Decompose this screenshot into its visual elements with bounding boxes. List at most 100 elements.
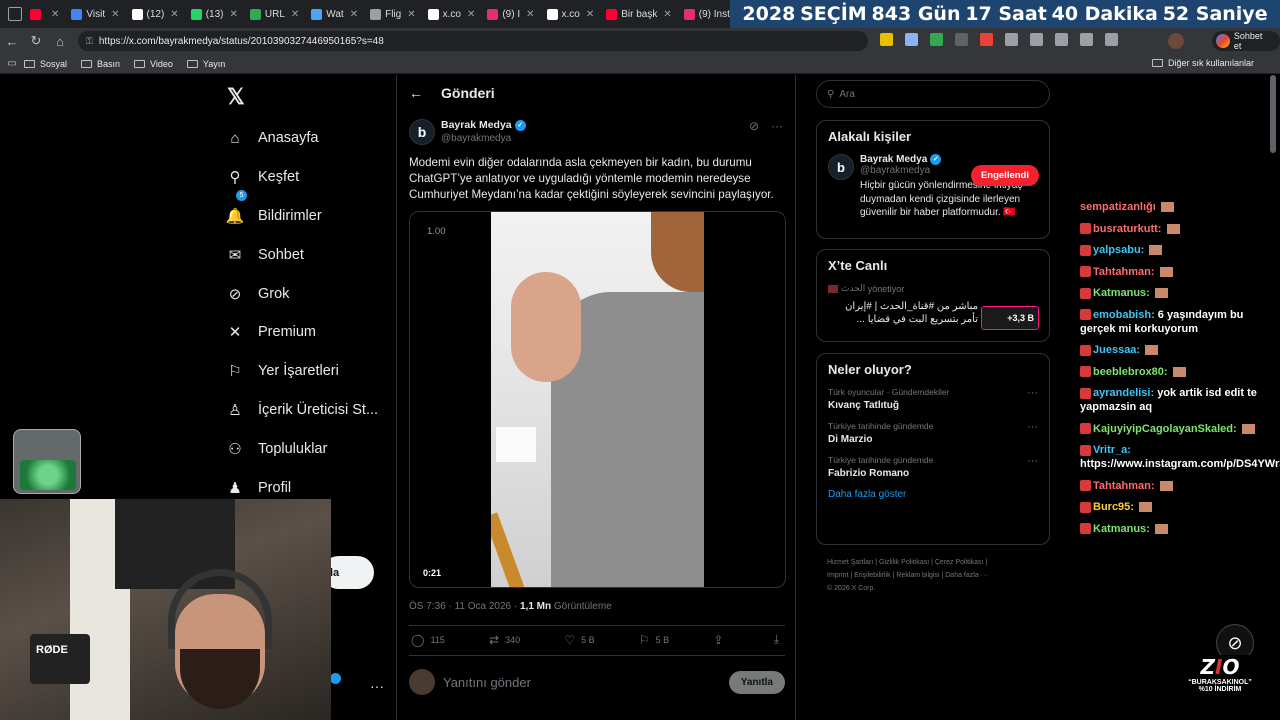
scrollbar[interactable] — [1270, 75, 1276, 153]
reply-input[interactable]: Yanıtını gönder — [443, 675, 729, 690]
browser-tab[interactable]: x.co ✕ — [543, 3, 599, 25]
post-author[interactable]: b Bayrak Medya ✓ @bayrakmedya — [409, 119, 526, 145]
repost-button[interactable]: ⇄ 340 — [489, 632, 520, 647]
grok-explain-icon[interactable]: ⊘ — [749, 119, 759, 133]
nav-item-mail[interactable]: ✉ Sohbet — [222, 235, 378, 274]
extension-icon[interactable] — [955, 33, 968, 46]
window-menu-icon[interactable] — [8, 7, 22, 21]
reply-submit-button[interactable]: Yanıtla — [728, 670, 785, 694]
browser-tab[interactable]: URL ✕ — [246, 3, 303, 25]
downloads-icon[interactable] — [1105, 33, 1118, 46]
tab-close-icon[interactable]: ✕ — [663, 9, 671, 20]
tab-close-icon[interactable]: ✕ — [229, 9, 237, 20]
chat-username: Juessaa: — [1093, 344, 1141, 356]
reload-icon[interactable]: ↻ — [24, 33, 48, 49]
author-handle[interactable]: @bayrakmedya — [441, 133, 526, 144]
browser-tab[interactable]: x.co ✕ — [424, 3, 480, 25]
author-name[interactable]: Bayrak Medya — [441, 119, 512, 131]
extension-icon[interactable] — [1005, 33, 1018, 46]
back-arrow-icon[interactable]: ← — [409, 85, 423, 101]
url-field[interactable]: ⚿ https://x.com/bayrakmedya/status/20103… — [78, 31, 868, 51]
reply-button[interactable]: ◯ 115 — [411, 632, 445, 647]
browser-tab[interactable]: Bir başk ✕ — [602, 3, 676, 25]
live-listeners[interactable]: +3,3 B — [981, 306, 1039, 330]
tab-close-icon[interactable]: ✕ — [291, 9, 299, 20]
split-view-icon[interactable] — [1030, 33, 1043, 46]
person-name[interactable]: Bayrak Medya — [860, 154, 927, 165]
x-logo-icon[interactable]: 𝕏 — [227, 84, 245, 110]
bookmark-folder[interactable]: Video — [134, 59, 173, 69]
trend-title: Fabrizio Romano — [828, 468, 910, 479]
collections-icon[interactable] — [1080, 33, 1093, 46]
tab-close-icon[interactable]: ✕ — [350, 9, 358, 20]
trend-item[interactable]: Türkiye tarihinde gündemde Di Marzio ··· — [828, 421, 1038, 445]
bookmark-folder[interactable]: Yayın — [186, 59, 225, 69]
tab-close-icon[interactable]: ✕ — [111, 9, 119, 20]
extension-icon[interactable] — [980, 33, 993, 46]
browser-tab[interactable]: (9) I ✕ — [483, 3, 538, 25]
download-button[interactable]: ⤓ — [774, 632, 785, 647]
trend-more-icon[interactable]: ··· — [1027, 421, 1038, 433]
jar-content — [20, 460, 76, 490]
nav-item-grok[interactable]: ⊘ Grok — [222, 274, 378, 313]
bookmark-folder[interactable]: Basın — [81, 59, 120, 69]
trend-item[interactable]: Türkiye tarihinde gündemde Fabrizio Roma… — [828, 455, 1038, 479]
site-info-icon[interactable]: ⚿ — [86, 36, 93, 47]
browser-tab[interactable]: (12) ✕ — [128, 3, 183, 25]
post-more-icon[interactable]: ··· — [771, 119, 783, 133]
search-input[interactable]: ⚲ Ara — [816, 80, 1050, 108]
browser-tab[interactable]: (13) ✕ — [187, 3, 242, 25]
favorites-icon[interactable] — [1055, 33, 1068, 46]
nav-item-home[interactable]: ⌂ Anasayfa — [222, 119, 378, 158]
account-menu-icon[interactable]: ··· — [370, 678, 384, 694]
extension-icon[interactable] — [930, 33, 943, 46]
video-frame[interactable] — [491, 212, 704, 587]
live-title[interactable]: مباشر من #قناة_الحدث | #إيران تأمر بتسري… — [828, 300, 978, 326]
browser-tab[interactable]: (9) Insta✕ — [680, 3, 730, 25]
nav-item-communities[interactable]: ⚇ Topluluklar — [222, 429, 378, 468]
sidebar-toggle-icon[interactable]: ▭ — [0, 58, 24, 69]
footer-line[interactable]: Hizmet Şartları | Gizlilik Politikası | … — [827, 556, 1042, 569]
nav-item-bell[interactable]: 🔔 5 Bildirimler — [222, 189, 378, 236]
bookmark-folder[interactable]: Sosyal — [24, 59, 67, 69]
post-timestamp[interactable]: ÖS 7:36 · 11 Oca 2026 · — [409, 601, 520, 612]
tab-close-icon[interactable]: ✕ — [526, 9, 534, 20]
browser-profile-avatar[interactable] — [1168, 33, 1184, 49]
person-avatar[interactable]: b — [828, 154, 854, 180]
other-bookmarks[interactable]: Diğer sık kullanılanlar — [1151, 58, 1254, 68]
nav-item-x[interactable]: ✕ Premium — [222, 313, 378, 352]
share-button[interactable]: ⇪ — [713, 632, 729, 647]
tab-close-icon[interactable]: ✕ — [467, 9, 475, 20]
live-host[interactable]: الحدث yönetiyor — [828, 283, 1038, 294]
trend-more-icon[interactable]: ··· — [1027, 387, 1038, 399]
trend-item[interactable]: Türk oyuncular · Gündemdekiler Kıvanç Ta… — [828, 387, 1038, 411]
trend-more-icon[interactable]: ··· — [1027, 455, 1038, 467]
url-text: https://x.com/bayrakmedya/status/2010390… — [98, 35, 384, 47]
tab-close-icon[interactable]: ✕ — [586, 9, 594, 20]
nav-item-bookmark[interactable]: ⚐ Yer İşaretleri — [222, 352, 378, 391]
blocked-button[interactable]: Engellendi — [970, 165, 1039, 186]
footer-line[interactable]: Imprint | Erişilebilirlik | Reklam bilgi… — [827, 569, 1042, 582]
copilot-chat-button[interactable]: Sohbet et — [1212, 31, 1280, 51]
my-avatar[interactable] — [409, 669, 435, 695]
author-avatar[interactable]: b — [409, 119, 435, 145]
tab-close-icon[interactable]: ✕ — [51, 9, 59, 20]
video-player[interactable]: 1.00 0:21 — [409, 211, 786, 588]
related-person[interactable]: b Bayrak Medya ✓ @bayrakmedya Hiçbir gücü… — [828, 154, 1038, 220]
show-more-link[interactable]: Daha fazla göster — [828, 489, 1038, 500]
browser-tab[interactable]: Wat ✕ — [307, 3, 362, 25]
browser-tab[interactable]: Flig ✕ — [366, 3, 420, 25]
back-icon[interactable]: ← — [0, 34, 24, 49]
tab-close-icon[interactable]: ✕ — [407, 9, 415, 20]
home-browser-icon[interactable]: ⌂ — [48, 34, 72, 49]
browser-tab[interactable]: ✕ — [26, 3, 63, 25]
nav-item-creator[interactable]: ♙ İçerik Üreticisi St... — [222, 391, 378, 430]
extension-icon[interactable] — [905, 33, 918, 46]
trend-title: Di Marzio — [828, 434, 873, 445]
like-button[interactable]: ♡ 5 B — [564, 632, 594, 647]
tab-close-icon[interactable]: ✕ — [170, 9, 178, 20]
bookmark-button[interactable]: ⚐ 5 B — [639, 632, 669, 647]
extension-icon[interactable] — [880, 33, 893, 46]
playback-speed[interactable]: 1.00 — [427, 226, 446, 237]
browser-tab[interactable]: Visit ✕ — [67, 3, 123, 25]
